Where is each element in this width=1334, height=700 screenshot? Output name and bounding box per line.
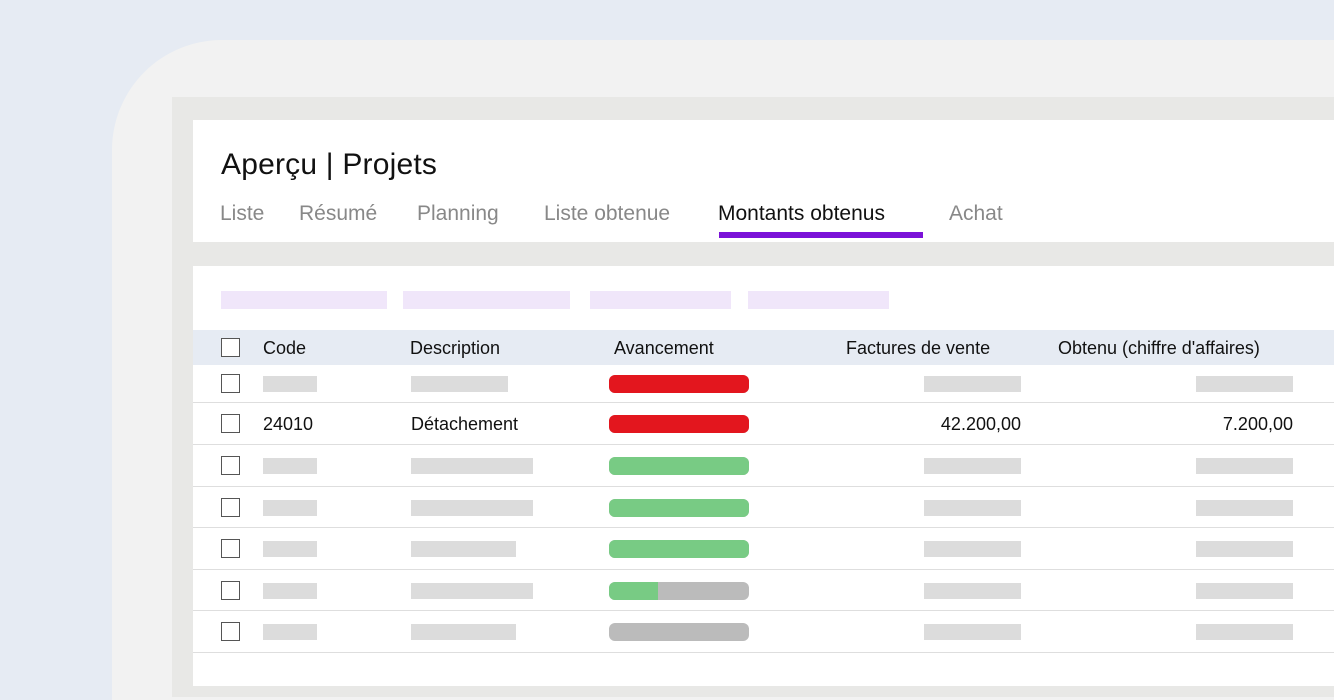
placeholder-obtained (1196, 624, 1293, 640)
placeholder-description (411, 376, 508, 392)
row-checkbox[interactable] (221, 374, 240, 393)
placeholder-invoices (924, 458, 1021, 474)
row-checkbox[interactable] (221, 498, 240, 517)
tab-bar: Liste Résumé Planning Liste obtenue Mont… (193, 202, 1334, 242)
row-checkbox[interactable] (221, 581, 240, 600)
progress-bar-fill (609, 457, 749, 475)
progress-bar (609, 415, 749, 433)
table-row[interactable] (193, 528, 1334, 570)
placeholder-description (411, 500, 533, 516)
column-header-description[interactable]: Description (410, 338, 500, 359)
table-row[interactable] (193, 445, 1334, 487)
progress-bar (609, 457, 749, 475)
filter-placeholder[interactable] (590, 291, 731, 309)
placeholder-obtained (1196, 583, 1293, 599)
placeholder-obtained (1196, 376, 1293, 392)
cell-invoices: 42.200,00 (940, 414, 1021, 434)
column-header-invoices[interactable]: Factures de vente (846, 338, 990, 359)
progress-bar (609, 623, 749, 641)
tab-liste-obtenue[interactable]: Liste obtenue (544, 202, 670, 226)
tab-resume[interactable]: Résumé (299, 202, 377, 226)
active-tab-indicator (719, 232, 923, 238)
progress-bar (609, 540, 749, 558)
filter-placeholder[interactable] (403, 291, 570, 309)
progress-bar-fill (609, 582, 658, 600)
placeholder-invoices (924, 624, 1021, 640)
cell-code: 24010 (263, 414, 314, 434)
page-title: Aperçu | Projets (221, 148, 438, 181)
row-checkbox[interactable] (221, 456, 240, 475)
page-header: Aperçu | Projets Liste Résumé Planning L… (193, 120, 1334, 242)
filter-placeholder[interactable] (221, 291, 387, 309)
row-checkbox[interactable] (221, 414, 240, 433)
table-row[interactable] (193, 570, 1334, 611)
placeholder-invoices (924, 541, 1021, 557)
select-all-checkbox[interactable] (221, 338, 240, 357)
placeholder-description (411, 458, 533, 474)
placeholder-code (263, 376, 317, 392)
table-row[interactable] (193, 365, 1334, 403)
placeholder-obtained (1196, 541, 1293, 557)
placeholder-description (411, 624, 516, 640)
placeholder-invoices (924, 500, 1021, 516)
progress-bar (609, 375, 749, 393)
placeholder-obtained (1196, 500, 1293, 516)
progress-bar-fill (609, 499, 749, 517)
progress-bar-fill (609, 415, 749, 433)
row-checkbox[interactable] (221, 539, 240, 558)
table-row[interactable]: 24010 Détachement 42.200,00 7.200,00 (193, 403, 1334, 445)
row-checkbox[interactable] (221, 622, 240, 641)
column-header-obtained[interactable]: Obtenu (chiffre d'affaires) (1058, 338, 1260, 359)
placeholder-obtained (1196, 458, 1293, 474)
placeholder-invoices (924, 583, 1021, 599)
table-row[interactable] (193, 487, 1334, 528)
filter-placeholder[interactable] (748, 291, 889, 309)
placeholder-description (411, 541, 516, 557)
column-header-code[interactable]: Code (263, 338, 306, 359)
placeholder-description (411, 583, 533, 599)
placeholder-code (263, 458, 317, 474)
tab-liste[interactable]: Liste (220, 202, 264, 226)
column-header-progress[interactable]: Avancement (614, 338, 714, 359)
tab-planning[interactable]: Planning (417, 202, 499, 226)
tab-montants-obtenus[interactable]: Montants obtenus (718, 202, 885, 226)
placeholder-code (263, 583, 317, 599)
table-header: Code Description Avancement Factures de … (193, 330, 1334, 365)
placeholder-invoices (924, 376, 1021, 392)
placeholder-code (263, 624, 317, 640)
progress-bar (609, 582, 749, 600)
progress-bar-fill (609, 540, 749, 558)
placeholder-code (263, 541, 317, 557)
cell-description: Détachement (411, 414, 519, 434)
table-row[interactable] (193, 611, 1334, 653)
placeholder-code (263, 500, 317, 516)
cell-obtained: 7.200,00 (1222, 414, 1293, 434)
table-card: Code Description Avancement Factures de … (193, 266, 1334, 686)
progress-bar (609, 499, 749, 517)
progress-bar-fill (609, 375, 749, 393)
tab-achat[interactable]: Achat (949, 202, 1003, 226)
